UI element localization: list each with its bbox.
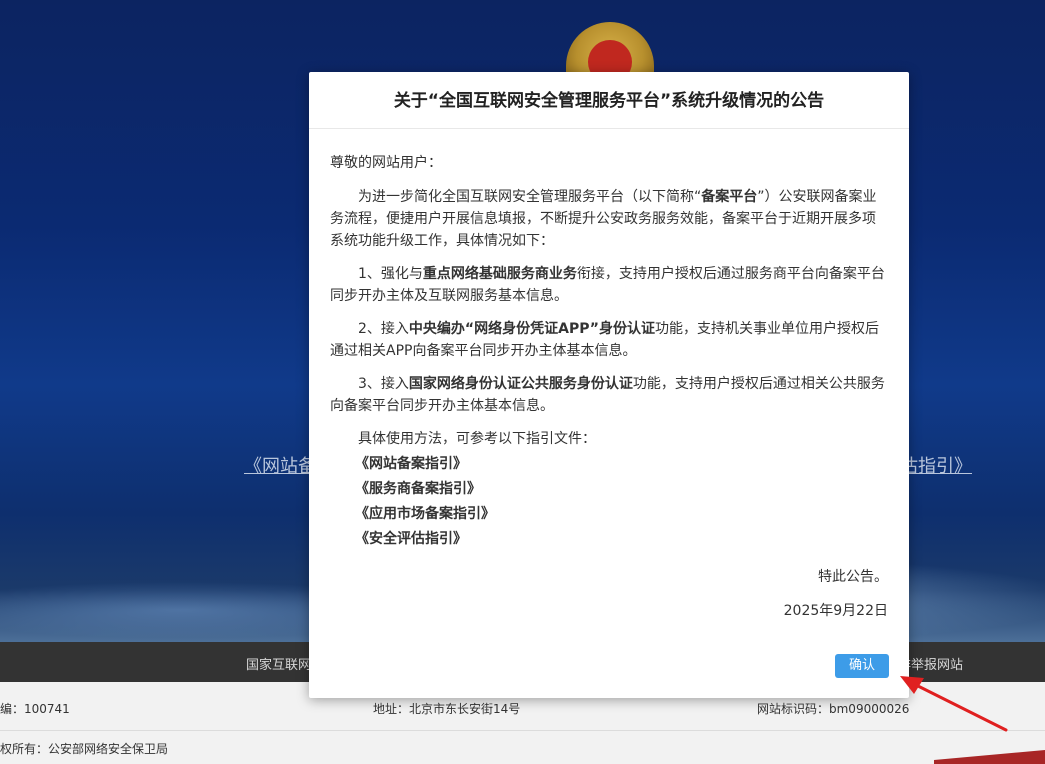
confirm-button[interactable]: 确认 (835, 654, 889, 678)
red-pointer-arrow-icon (900, 676, 1045, 764)
dialog-item-2: 2、接入中央编办“网络身份凭证APP”身份认证功能，支持机关事业单位用户授权后通… (330, 321, 879, 359)
guide-link-app-market-filing[interactable]: 《应用市场备案指引》 (355, 502, 888, 527)
dialog-closing: 特此公告。 (818, 569, 888, 585)
bold-term-item-1: 重点网络基础服务商业务 (422, 266, 577, 282)
dialog-intro-paragraph: 为进一步简化全国互联网安全管理服务平台（以下简称“备案平台”）公安联网备案业务流… (330, 189, 877, 249)
guide-link-website-filing[interactable]: 《网站备案指引》 (355, 452, 888, 477)
dialog-usage-text: 具体使用方法，可参考以下指引文件： (358, 431, 596, 447)
bold-term-item-2: 中央编办“网络身份凭证APP”身份认证 (408, 321, 655, 337)
dialog-greeting: 尊敬的网站用户： (330, 155, 442, 171)
dialog-body: 尊敬的网站用户： 为进一步简化全国互联网安全管理服务平台（以下简称“备案平台”）… (330, 152, 888, 552)
guide-link-security-assessment[interactable]: 《安全评估指引》 (355, 527, 888, 552)
dialog-item-1: 1、强化与重点网络基础服务商业务衔接，支持用户授权后通过服务商平台向备案平台同步… (330, 266, 885, 304)
bold-term-item-3: 国家网络身份认证公共服务身份认证 (408, 376, 633, 392)
dialog-title: 关于“全国互联网安全管理服务平台”系统升级情况的公告 (309, 72, 909, 129)
guide-link-provider-filing[interactable]: 《服务商备案指引》 (355, 477, 888, 502)
guide-document-list: 《网站备案指引》 《服务商备案指引》 《应用市场备案指引》 《安全评估指引》 (330, 452, 888, 552)
announcement-dialog: 关于“全国互联网安全管理服务平台”系统升级情况的公告 尊敬的网站用户： 为进一步… (309, 72, 909, 698)
dialog-item-3: 3、接入国家网络身份认证公共服务身份认证功能，支持用户授权后通过相关公共服务向备… (330, 376, 885, 414)
bold-term-filing-platform: 备案平台 (701, 189, 758, 205)
dialog-date: 2025年9月22日 (783, 603, 888, 619)
